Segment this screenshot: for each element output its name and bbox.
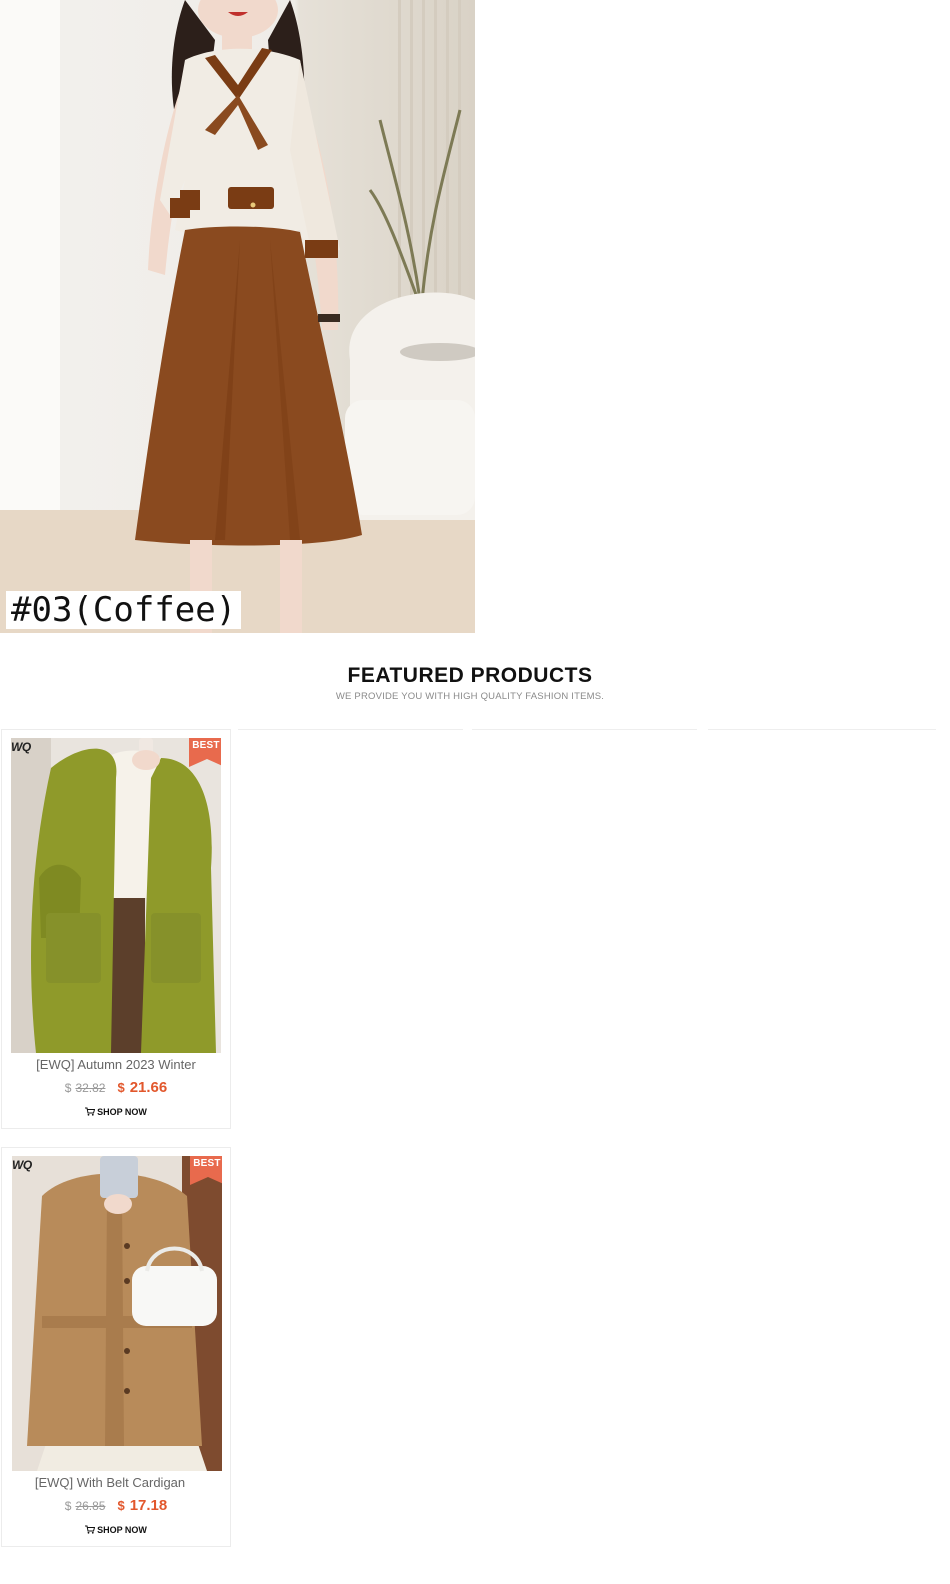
- price-row: $26.85 $17.18: [2, 1497, 230, 1515]
- currency-symbol: $: [117, 1498, 125, 1513]
- model-photo: [0, 0, 475, 633]
- shop-now-label: SHOP NOW: [97, 1107, 147, 1117]
- price-row: $32.82 $21.66: [2, 1079, 230, 1097]
- product-card[interactable]: WQ BEST [EWQ] With Belt Cardigan $26.85 $…: [1, 1147, 231, 1547]
- section-subtitle: WE PROVIDE YOU WITH HIGH QUALITY FASHION…: [335, 691, 605, 702]
- product-name[interactable]: [EWQ] With Belt Cardigan: [0, 1475, 224, 1490]
- belt-cardigan-photo: [12, 1156, 222, 1471]
- badge-label: BEST: [192, 740, 220, 751]
- currency-symbol: $: [64, 1081, 72, 1095]
- variant-label: #03(Coffee): [6, 591, 242, 629]
- divider: [238, 729, 463, 730]
- brand-logo: WQ: [12, 1158, 32, 1172]
- shop-now-button[interactable]: SHOP NOW: [2, 1525, 230, 1535]
- cart-icon: [85, 1525, 96, 1534]
- product-card[interactable]: WQ BEST [EWQ] Autumn 2023 Winter $32.82 $…: [1, 729, 231, 1129]
- product-image[interactable]: WQ BEST: [11, 738, 221, 1053]
- brand-logo: WQ: [11, 740, 31, 754]
- shop-now-button[interactable]: SHOP NOW: [2, 1107, 230, 1117]
- section-title: FEATURED PRODUCTS: [347, 664, 593, 687]
- old-price: 26.85: [75, 1499, 106, 1513]
- currency-symbol: $: [117, 1080, 125, 1095]
- product-name[interactable]: [EWQ] Autumn 2023 Winter: [2, 1057, 230, 1072]
- sale-price: 21.66: [129, 1079, 168, 1096]
- best-badge: BEST: [189, 738, 221, 767]
- hero-product-image[interactable]: #03(Coffee): [0, 0, 475, 633]
- shop-now-label: SHOP NOW: [97, 1525, 147, 1535]
- divider: [708, 729, 936, 730]
- product-image[interactable]: WQ BEST: [12, 1156, 222, 1471]
- sale-price: 17.18: [129, 1497, 168, 1514]
- cart-icon: [85, 1107, 96, 1116]
- old-price: 32.82: [75, 1081, 106, 1095]
- divider: [472, 729, 697, 730]
- badge-label: BEST: [193, 1158, 221, 1169]
- best-badge: BEST: [190, 1156, 222, 1185]
- green-cardigan-photo: [11, 738, 221, 1053]
- currency-symbol: $: [64, 1499, 72, 1513]
